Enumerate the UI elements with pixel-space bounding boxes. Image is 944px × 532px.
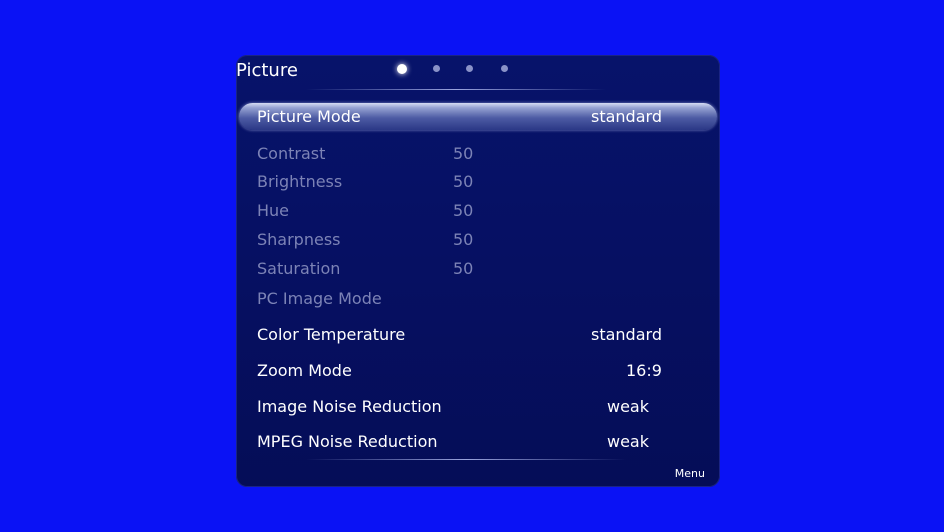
setting-label: Contrast (257, 144, 326, 163)
setting-row-hue: Hue 50 (236, 201, 720, 229)
setting-value: standard (591, 107, 662, 126)
setting-row-pc-image-mode: PC Image Mode (236, 289, 720, 317)
setting-row-image-noise-reduction[interactable]: Image Noise Reduction weak (236, 397, 720, 425)
setting-label: Picture Mode (257, 107, 361, 126)
setting-row-zoom-mode[interactable]: Zoom Mode 16:9 (236, 361, 720, 389)
setting-label: MPEG Noise Reduction (257, 432, 438, 451)
footer-divider (306, 459, 626, 460)
setting-label: Color Temperature (257, 325, 406, 344)
page-dot-3[interactable] (466, 65, 473, 72)
setting-row-mpeg-noise-reduction[interactable]: MPEG Noise Reduction weak (236, 432, 720, 460)
setting-value: standard (591, 325, 662, 344)
menu-hint[interactable]: Menu (675, 467, 705, 480)
setting-label: Hue (257, 201, 290, 220)
picture-settings-panel: Picture Picture Mode standard Contrast 5… (236, 55, 720, 487)
setting-value: 50 (453, 172, 474, 191)
setting-label: Brightness (257, 172, 343, 191)
setting-row-saturation: Saturation 50 (236, 259, 720, 287)
setting-row-color-temperature[interactable]: Color Temperature standard (236, 325, 720, 353)
setting-row-picture-mode[interactable]: Picture Mode standard (236, 107, 720, 135)
setting-value: 16:9 (626, 361, 662, 380)
page-dot-1[interactable] (397, 64, 407, 74)
setting-value: 50 (453, 230, 474, 249)
setting-value: 50 (453, 201, 474, 220)
page-dot-4[interactable] (501, 65, 508, 72)
setting-value: weak (607, 432, 649, 451)
panel-title: Picture (236, 60, 298, 81)
setting-value: 50 (453, 144, 474, 163)
setting-row-sharpness: Sharpness 50 (236, 230, 720, 258)
page-dot-2[interactable] (433, 65, 440, 72)
setting-value: 50 (453, 259, 474, 278)
setting-row-contrast: Contrast 50 (236, 144, 720, 172)
header-divider (306, 89, 606, 90)
setting-label: Sharpness (257, 230, 341, 249)
setting-row-brightness: Brightness 50 (236, 172, 720, 200)
setting-label: PC Image Mode (257, 289, 382, 308)
setting-label: Zoom Mode (257, 361, 352, 380)
setting-label: Saturation (257, 259, 341, 278)
setting-value: weak (607, 397, 649, 416)
setting-label: Image Noise Reduction (257, 397, 442, 416)
